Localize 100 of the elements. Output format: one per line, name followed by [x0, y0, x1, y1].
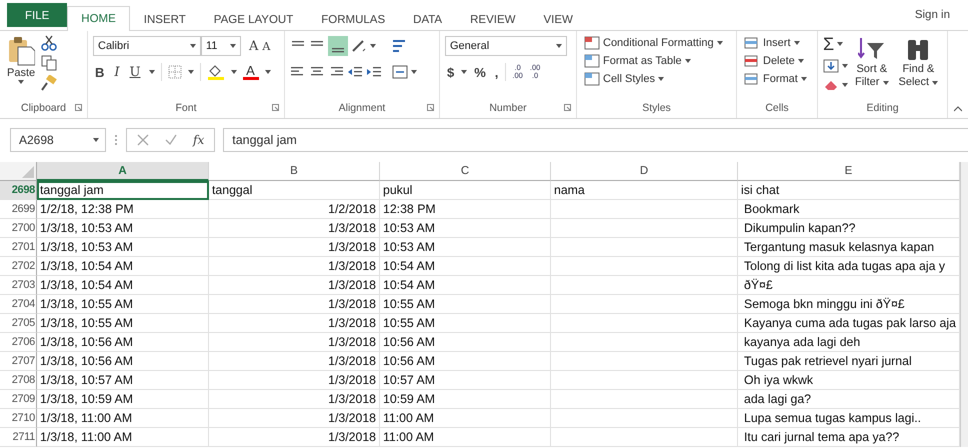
table-cell: 1/3/18, 10:55 AM — [37, 314, 209, 333]
fill-down-icon[interactable] — [823, 59, 839, 73]
comma-style-button[interactable]: , — [492, 64, 500, 80]
conditional-format-icon — [584, 36, 600, 50]
row-header[interactable]: 2702 — [0, 257, 37, 276]
ribbon-tab[interactable]: VIEW — [529, 7, 587, 31]
merge-center-icon[interactable] — [392, 65, 408, 79]
grow-font-button[interactable]: A — [247, 38, 260, 54]
column-header[interactable]: A — [37, 162, 209, 181]
font-size-dropdown[interactable]: 11 — [201, 36, 241, 56]
bottom-align-icon[interactable] — [328, 36, 348, 56]
row-header[interactable]: 2706 — [0, 333, 37, 352]
dialog-launcher-icon[interactable] — [564, 104, 571, 111]
row-header[interactable]: 2700 — [0, 219, 37, 238]
table-cell: 10:56 AM — [380, 352, 551, 371]
decrease-indent-icon[interactable] — [347, 66, 363, 78]
row-header[interactable]: 2704 — [0, 295, 37, 314]
orientation-icon[interactable] — [351, 39, 367, 53]
table-cell: 1/3/2018 — [209, 352, 380, 371]
find-select-button[interactable]: Find & Select — [896, 35, 942, 100]
table-cell: 1/3/18, 10:53 AM — [37, 238, 209, 257]
group-label: Font — [93, 100, 279, 118]
row-header[interactable]: 2711 — [0, 428, 37, 447]
ribbon-tab[interactable]: PAGE LAYOUT — [200, 7, 308, 31]
ribbon-tab[interactable]: FILE — [7, 3, 68, 27]
ribbon-tab[interactable]: HOME — [67, 6, 130, 31]
autosum-button[interactable]: Σ — [823, 35, 848, 53]
group-label: Styles — [641, 101, 672, 116]
cells-menu-button[interactable]: Delete — [742, 53, 812, 69]
row-header[interactable]: 2709 — [0, 390, 37, 409]
dialog-launcher-icon[interactable] — [427, 104, 434, 111]
table-cell: 1/3/18, 10:57 AM — [37, 371, 209, 390]
percent-button[interactable]: % — [472, 64, 488, 80]
table-cell: nama — [551, 181, 738, 200]
fill-color-icon[interactable] — [206, 64, 224, 80]
table-cell: Kayanya cuma ada tugas pak larso aja — [738, 314, 960, 333]
wrap-text-icon[interactable] — [392, 39, 408, 53]
caret-icon — [411, 70, 417, 74]
align-left-icon[interactable] — [290, 66, 306, 78]
table-cell: Tolong di list kita ada tugas apa aja y — [738, 257, 960, 276]
column-header[interactable]: E — [738, 162, 960, 181]
cells-menu-button[interactable]: Format — [742, 71, 812, 87]
row-header[interactable]: 2701 — [0, 238, 37, 257]
align-right-icon[interactable] — [328, 66, 344, 78]
format-cells-icon — [744, 72, 760, 86]
name-box[interactable]: A2698 — [10, 128, 106, 152]
italic-button[interactable]: I — [112, 64, 122, 80]
ribbon-tab[interactable]: REVIEW — [456, 7, 530, 31]
column-header[interactable]: B — [209, 162, 380, 181]
dialog-launcher-icon[interactable] — [75, 104, 82, 111]
row-header[interactable]: 2699 — [0, 200, 37, 219]
caret-icon — [794, 41, 800, 45]
styles-menu-button[interactable]: Cell Styles — [582, 71, 731, 87]
ribbon-tab[interactable]: FORMULAS — [307, 7, 400, 31]
paste-button[interactable]: Paste — [5, 35, 38, 100]
table-cell: kayanya ada lagi deh — [738, 333, 960, 352]
table-cell: 1/3/18, 10:59 AM — [37, 390, 209, 409]
insert-function-button[interactable]: fx — [193, 133, 204, 147]
table-cell: 1/3/18, 11:00 AM — [37, 428, 209, 447]
cells-menu-button[interactable]: Insert — [742, 35, 812, 51]
table-cell: Semoga bkn minggu ini ðŸ¤£ — [738, 295, 960, 314]
currency-button[interactable]: $ — [445, 64, 456, 80]
styles-menu-button[interactable]: Format as Table — [582, 53, 731, 69]
formula-input[interactable]: tanggal jam — [223, 128, 968, 152]
row-header[interactable]: 2708 — [0, 371, 37, 390]
row-header[interactable]: 2710 — [0, 409, 37, 428]
shrink-font-button[interactable]: A — [260, 40, 272, 52]
table-cell: 1/3/2018 — [209, 257, 380, 276]
dialog-launcher-icon[interactable] — [272, 104, 279, 111]
table-cell: 1/3/18, 10:56 AM — [37, 333, 209, 352]
font-color-button[interactable]: A — [242, 64, 258, 80]
table-cell: 10:59 AM — [380, 390, 551, 409]
sign-in-link[interactable]: Sign in — [914, 9, 950, 21]
row-header[interactable]: 2698 — [0, 181, 37, 200]
align-center-icon[interactable] — [309, 66, 325, 78]
styles-menu-button[interactable]: Conditional Formatting — [582, 35, 731, 51]
borders-icon[interactable] — [168, 65, 182, 79]
copy-icon[interactable] — [41, 55, 58, 71]
column-header[interactable]: D — [551, 162, 738, 181]
scissors-icon[interactable] — [41, 35, 58, 51]
ribbon-tab[interactable]: DATA — [399, 7, 456, 31]
increase-indent-icon[interactable] — [366, 66, 382, 78]
bold-button[interactable]: B — [93, 64, 106, 80]
caret-icon — [684, 59, 691, 63]
caret-icon — [93, 138, 99, 142]
font-name-dropdown[interactable]: Calibri — [93, 36, 201, 56]
sort-filter-button[interactable]: Sort & Filter — [852, 35, 892, 100]
number-format-dropdown[interactable]: General — [445, 36, 567, 56]
column-header[interactable]: C — [380, 162, 551, 181]
row-header[interactable]: 2707 — [0, 352, 37, 371]
table-cell: 11:00 AM — [380, 428, 551, 447]
row-header[interactable]: 2705 — [0, 314, 37, 333]
ribbon-tab[interactable]: INSERT — [130, 7, 200, 31]
eraser-icon[interactable] — [823, 79, 839, 91]
format-painter-icon[interactable] — [41, 75, 58, 91]
row-header[interactable]: 2703 — [0, 276, 37, 295]
table-style-icon — [584, 54, 600, 68]
collapse-ribbon-icon[interactable] — [954, 106, 962, 112]
table-cell: 10:54 AM — [380, 257, 551, 276]
underline-button[interactable]: U — [128, 64, 142, 80]
